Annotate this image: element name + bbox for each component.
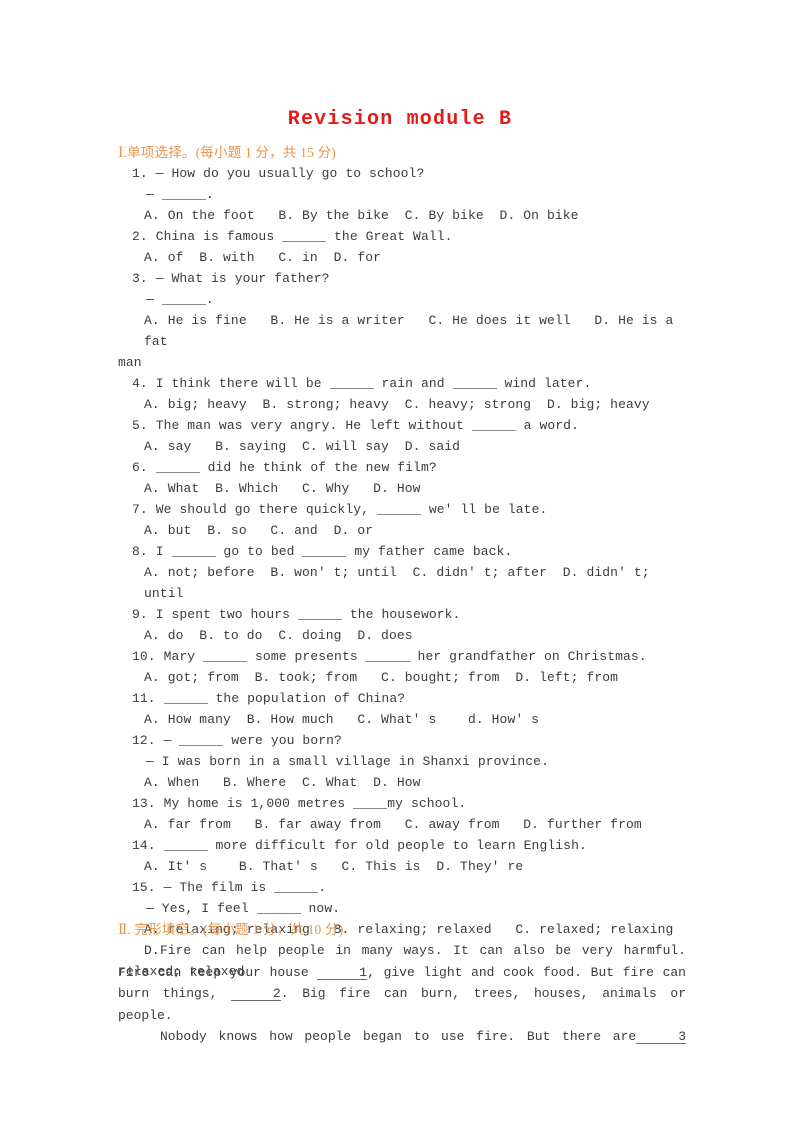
cloze-passage: Fire can help people in many ways. It ca…	[118, 940, 686, 1048]
question-11-stem: 11. the population of China?	[132, 690, 406, 706]
answer-blank[interactable]	[161, 186, 206, 200]
answer-blank[interactable]	[203, 648, 248, 662]
question-11-options[interactable]: A. How many B. How much C. What' s d. Ho…	[118, 709, 688, 730]
question-15-stem: 15. — The film is .	[132, 879, 327, 895]
question-8-options[interactable]: A. not; before B. won' t; until C. didn'…	[118, 562, 688, 604]
question-1-options[interactable]: A. On the foot B. By the bike C. By bike…	[118, 205, 688, 226]
cloze-paragraph-1: Fire can help people in many ways. It ca…	[118, 940, 686, 1026]
answer-blank[interactable]	[274, 879, 319, 893]
answer-blank[interactable]	[171, 543, 216, 557]
cloze-blank-1[interactable]: 1	[317, 966, 368, 980]
answer-blank[interactable]	[329, 375, 374, 389]
question-2-stem: 2. China is famous the Great Wall.	[132, 228, 453, 244]
question-8-stem: 8. I go to bed my father came back.	[132, 543, 513, 559]
answer-blank[interactable]	[353, 795, 388, 809]
cloze-p2-text-before: Nobody knows how people began to use fir…	[160, 1029, 637, 1044]
question-14-options[interactable]: A. It' s B. That' s C. This is D. They' …	[118, 856, 688, 877]
worksheet-page: Revision module B Ⅰ.单项选择。(每小题 1 分，共 15 分…	[0, 0, 800, 1132]
question-15-stem-2: — Yes, I feel now.	[146, 900, 341, 916]
question-5-stem: 5. The man was very angry. He left witho…	[132, 417, 579, 433]
question-13-stem: 13. My home is 1,000 metres my school.	[132, 795, 467, 811]
question-12-stem: 12. — were you born?	[132, 732, 342, 748]
question-9-stem: 9. I spent two hours the housework.	[132, 606, 461, 622]
question-6-stem: 6. did he think of the new film?	[132, 459, 437, 475]
question-3-stem-2: — .	[146, 291, 214, 307]
answer-blank[interactable]	[282, 228, 327, 242]
question-7-stem: 7. We should go there quickly, we' ll be…	[132, 501, 548, 517]
answer-blank[interactable]	[155, 459, 200, 473]
question-12-options[interactable]: A. When B. Where C. What D. How	[118, 772, 688, 793]
question-5-options[interactable]: A. say B. saying C. will say D. said	[118, 436, 688, 457]
question-13-options[interactable]: A. far from B. far away from C. away fro…	[118, 814, 688, 835]
question-3-stem: 3. — What is your father?	[132, 271, 330, 286]
answer-blank[interactable]	[302, 543, 347, 557]
section-heading-1: Ⅰ.单项选择。(每小题 1 分，共 15 分)	[118, 145, 337, 160]
answer-blank[interactable]	[163, 690, 208, 704]
question-14-stem: 14. more difficult for old people to lea…	[132, 837, 587, 853]
question-1-stem: 1. — How do you usually go to school?	[132, 166, 425, 181]
answer-blank[interactable]	[452, 375, 497, 389]
answer-blank[interactable]	[365, 648, 410, 662]
section-heading-2: Ⅱ. 完形填空。(每小题 1 分，共 10 分)	[118, 922, 344, 937]
question-3-options[interactable]: A. He is fine B. He is a writer C. He do…	[118, 310, 688, 352]
cloze-blank-2[interactable]: 2	[231, 987, 281, 1001]
answer-blank[interactable]	[256, 900, 301, 914]
question-4-options[interactable]: A. big; heavy B. strong; heavy C. heavy;…	[118, 394, 688, 415]
answer-blank[interactable]	[376, 501, 421, 515]
question-4-stem: 4. I think there will be rain and wind l…	[132, 375, 592, 391]
question-3-options-cont[interactable]: man	[118, 352, 688, 373]
question-10-stem: 10. Mary some presents her grandfather o…	[132, 648, 647, 664]
answer-blank[interactable]	[179, 732, 224, 746]
question-6-options[interactable]: A. What B. Which C. Why D. How	[118, 478, 688, 499]
answer-blank[interactable]	[163, 837, 208, 851]
cloze-blank-3[interactable]: 3	[636, 1030, 686, 1044]
question-list: 1. — How do you usually go to school? — …	[118, 163, 688, 982]
page-title: Revision module B	[287, 108, 513, 131]
question-9-options[interactable]: A. do B. to do C. doing D. does	[118, 625, 688, 646]
answer-blank[interactable]	[471, 417, 516, 431]
question-12-stem-2: — I was born in a small village in Shanx…	[146, 754, 549, 769]
cloze-paragraph-2: Nobody knows how people began to use fir…	[118, 1026, 686, 1048]
answer-blank[interactable]	[297, 606, 342, 620]
question-7-options[interactable]: A. but B. so C. and D. or	[118, 520, 688, 541]
question-1-stem-2: — .	[146, 186, 214, 202]
question-10-options[interactable]: A. got; from B. took; from C. bought; fr…	[118, 667, 688, 688]
answer-blank[interactable]	[161, 291, 206, 305]
question-2-options[interactable]: A. of B. with C. in D. for	[118, 247, 688, 268]
